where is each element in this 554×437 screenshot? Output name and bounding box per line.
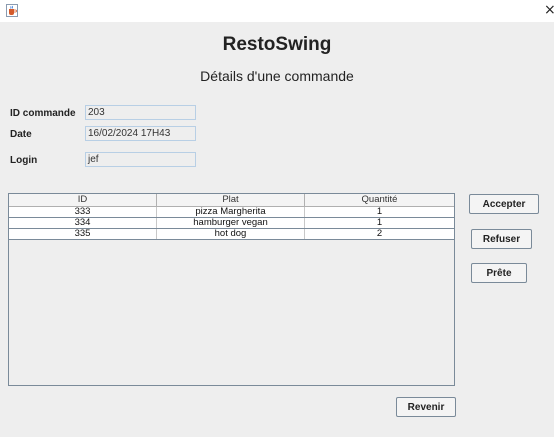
cell-plat: hamburger vegan <box>157 218 305 228</box>
cell-quantite: 2 <box>376 229 383 239</box>
page-subtitle: Détails d'une commande <box>200 68 354 84</box>
table-row[interactable]: 334 hamburger vegan 1 <box>9 218 454 229</box>
date-label: Date <box>10 129 32 140</box>
app-title: RestoSwing <box>222 34 332 55</box>
order-items-table[interactable]: ID Plat Quantité 333 pizza Margherita 1 … <box>8 193 455 386</box>
close-button[interactable]: × <box>544 2 554 18</box>
cell-quantite: 1 <box>376 207 383 217</box>
column-header-id[interactable]: ID <box>9 194 157 206</box>
id-commande-label: ID commande <box>10 108 76 119</box>
login-field[interactable]: jef <box>85 152 196 167</box>
refuse-button[interactable]: Refuser <box>471 229 532 249</box>
cell-id: 334 <box>9 218 157 228</box>
cell-plat: hot dog <box>157 229 305 239</box>
back-button[interactable]: Revenir <box>396 397 456 417</box>
table-row[interactable]: 333 pizza Margherita 1 <box>9 207 454 218</box>
table-header: ID Plat Quantité <box>9 194 454 207</box>
table-row[interactable]: 335 hot dog 2 <box>9 229 454 240</box>
date-field[interactable]: 16/02/2024 17H43 <box>85 126 196 141</box>
cell-plat: pizza Margherita <box>157 207 305 217</box>
login-label: Login <box>10 155 38 166</box>
cell-quantite: 1 <box>376 218 383 228</box>
ready-button[interactable]: Prête <box>471 263 527 283</box>
column-header-plat[interactable]: Plat <box>157 194 305 206</box>
cell-id: 333 <box>9 207 157 217</box>
id-commande-field[interactable]: 203 <box>85 105 196 120</box>
cell-id: 335 <box>9 229 157 239</box>
java-cup-icon <box>6 4 18 17</box>
app-window: × RestoSwing Détails d'une commande ID c… <box>0 0 554 437</box>
accept-button[interactable]: Accepter <box>469 194 539 214</box>
title-bar: × <box>0 0 554 22</box>
column-header-quantite[interactable]: Quantité <box>305 194 454 206</box>
